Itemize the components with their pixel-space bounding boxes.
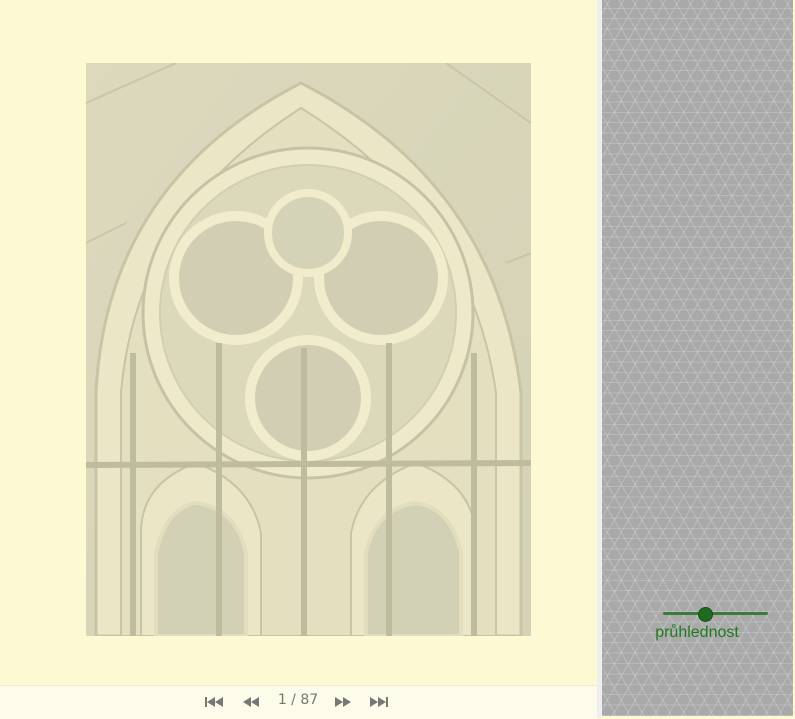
gothic-window-photo bbox=[86, 63, 531, 636]
opacity-slider-knob[interactable] bbox=[698, 607, 713, 622]
opacity-slider[interactable] bbox=[663, 607, 768, 622]
opacity-slider-track[interactable] bbox=[663, 612, 768, 615]
sidebar-panel: průhlednost bbox=[602, 0, 793, 716]
fast-forward-icon[interactable] bbox=[333, 695, 353, 709]
page-counter: 1 / 87 bbox=[277, 692, 319, 708]
image-viewer: 1 / 87 bbox=[0, 0, 597, 719]
pager-bar: 1 / 87 bbox=[0, 685, 597, 719]
rewind-icon[interactable] bbox=[241, 695, 261, 709]
skip-last-icon[interactable] bbox=[369, 695, 389, 709]
skip-first-icon[interactable] bbox=[204, 695, 224, 709]
opacity-label: průhlednost bbox=[655, 624, 739, 641]
